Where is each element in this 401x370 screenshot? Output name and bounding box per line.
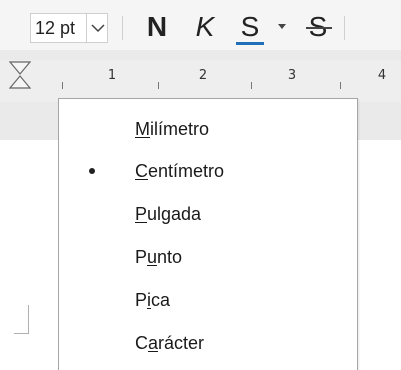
strikethrough-button[interactable]: S bbox=[300, 8, 336, 46]
menu-item-label: Pica bbox=[135, 290, 171, 310]
page-margin-corner bbox=[14, 305, 29, 334]
underline-label: S bbox=[240, 11, 260, 42]
ruler-number: 1 bbox=[107, 68, 117, 83]
ruler-tick bbox=[158, 82, 159, 89]
formatting-toolbar: 12 pt N K S S bbox=[0, 0, 401, 50]
font-size-input[interactable]: 12 pt bbox=[30, 13, 86, 43]
ruler-number: 2 bbox=[198, 68, 208, 83]
menu-item-label: Carácter bbox=[135, 333, 205, 353]
bold-button[interactable]: N bbox=[139, 8, 175, 46]
writer-window: 12 pt N K S S 1 bbox=[0, 0, 401, 370]
menu-item-label: Pulgada bbox=[135, 204, 202, 224]
toolbar-separator bbox=[344, 16, 345, 40]
menu-item-centimetro[interactable]: Centímetro bbox=[59, 151, 357, 191]
ruler-unit-menu: Milímetro Centímetro Pulgada Punto Pica … bbox=[58, 98, 358, 370]
menu-item-milimetro[interactable]: Milímetro bbox=[59, 109, 357, 149]
ruler-tick bbox=[340, 82, 341, 89]
horizontal-ruler[interactable]: 1 2 3 4 bbox=[0, 60, 401, 102]
underline-color-bar bbox=[236, 42, 264, 45]
underline-button[interactable]: S bbox=[232, 8, 268, 46]
menu-item-caracter[interactable]: Carácter bbox=[59, 323, 357, 363]
ruler-tick bbox=[251, 82, 252, 89]
selected-bullet-icon bbox=[89, 168, 95, 174]
font-size-dropdown-button[interactable] bbox=[86, 13, 108, 43]
indent-marker-icon[interactable] bbox=[8, 60, 32, 90]
ruler-tick bbox=[62, 82, 63, 89]
menu-item-punto[interactable]: Punto bbox=[59, 237, 357, 277]
ruler-number: 3 bbox=[287, 68, 297, 83]
menu-item-label: Milímetro bbox=[135, 119, 210, 139]
menu-item-label: Centímetro bbox=[135, 161, 225, 181]
menu-item-pulgada[interactable]: Pulgada bbox=[59, 194, 357, 234]
strike-line bbox=[306, 27, 332, 29]
italic-button[interactable]: K bbox=[188, 8, 222, 46]
toolbar-separator bbox=[122, 16, 123, 40]
ruler-number: 4 bbox=[377, 68, 387, 83]
menu-item-pica[interactable]: Pica bbox=[59, 280, 357, 320]
triangle-down-icon[interactable] bbox=[276, 21, 288, 31]
menu-item-label: Punto bbox=[135, 247, 183, 267]
chevron-down-icon bbox=[91, 24, 105, 33]
